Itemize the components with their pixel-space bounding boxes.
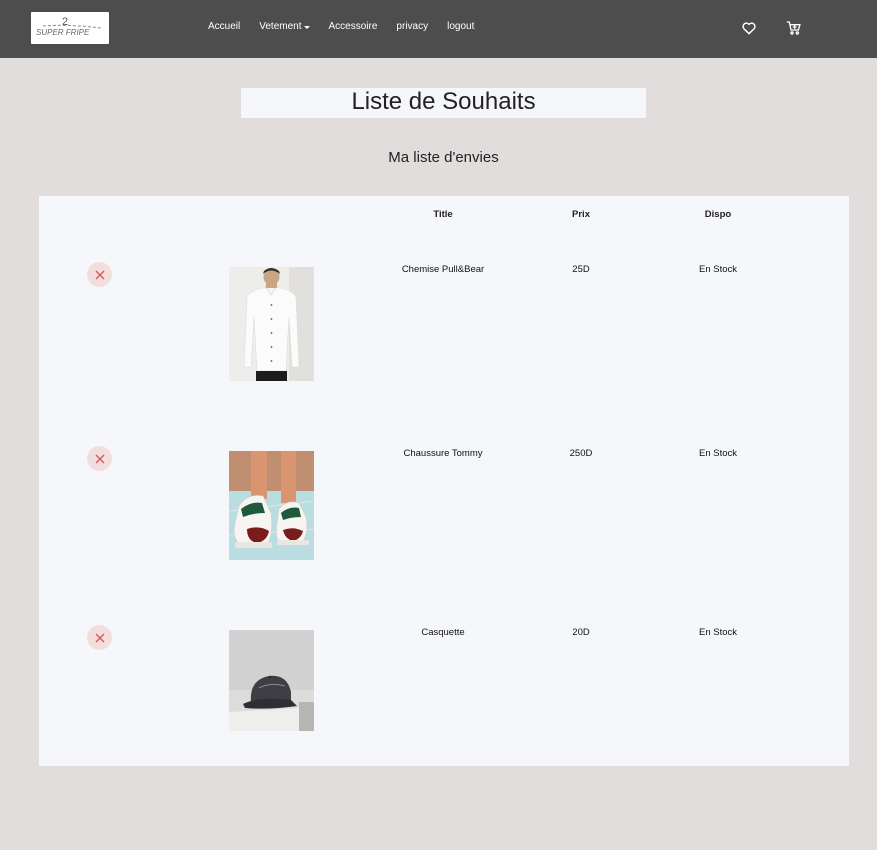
cart-icon[interactable] xyxy=(786,20,802,36)
nav-link-vetement[interactable]: Vetement xyxy=(259,21,310,32)
caret-down-icon xyxy=(303,25,310,29)
column-header-price: Prix xyxy=(572,209,590,220)
product-image xyxy=(229,630,314,731)
product-title: Chemise Pull&Bear xyxy=(401,264,485,275)
table-row: Chemise Pull&Bear 25D En Stock xyxy=(39,252,849,412)
table-row: Casquette 20D En Stock xyxy=(39,615,849,775)
heart-icon[interactable] xyxy=(741,20,757,36)
product-title: Casquette xyxy=(421,627,465,638)
remove-button[interactable] xyxy=(87,262,112,287)
remove-button[interactable] xyxy=(87,625,112,650)
remove-button[interactable] xyxy=(87,446,112,471)
product-availability: En Stock xyxy=(698,627,738,638)
column-header-title: Title xyxy=(433,209,453,220)
logo-text: SUPER FRIPE xyxy=(36,28,90,37)
nav-link-accessoire[interactable]: Accessoire xyxy=(329,21,378,32)
navbar: 2 SUPER FRIPE Accueil Vetement Accessoir… xyxy=(0,0,877,58)
column-header-dispo: Dispo xyxy=(704,209,732,220)
product-price: 25D xyxy=(572,264,590,275)
table-row: Chaussure Tommy 250D En Stock xyxy=(39,436,849,596)
product-image xyxy=(229,451,314,560)
close-icon xyxy=(95,454,104,463)
nav-link-accueil[interactable]: Accueil xyxy=(208,21,240,32)
page-subtitle: Ma liste d'envies xyxy=(388,149,499,166)
product-availability: En Stock xyxy=(698,448,738,459)
product-image xyxy=(229,267,314,381)
nav-link-logout[interactable]: logout xyxy=(447,21,474,32)
product-price: 250D xyxy=(569,448,593,459)
page-title: Liste de Souhaits xyxy=(351,88,536,115)
wishlist-table: Title Prix Dispo Chemise Pull&Bear 25D E… xyxy=(39,196,849,766)
nav-link-privacy[interactable]: privacy xyxy=(396,21,428,32)
close-icon xyxy=(95,270,104,279)
product-title: Chaussure Tommy xyxy=(403,448,483,459)
page-title-box: Liste de Souhaits xyxy=(241,88,646,118)
nav-link-vetement-label: Vetement xyxy=(259,21,302,32)
close-icon xyxy=(95,633,104,642)
logo-number: 2 xyxy=(62,16,68,28)
product-availability: En Stock xyxy=(698,264,738,275)
nav-links: Accueil Vetement Accessoire privacy logo… xyxy=(208,21,493,32)
product-price: 20D xyxy=(572,627,590,638)
brand-logo[interactable]: 2 SUPER FRIPE xyxy=(31,12,109,44)
logo-graphic: 2 SUPER FRIPE xyxy=(36,16,102,37)
